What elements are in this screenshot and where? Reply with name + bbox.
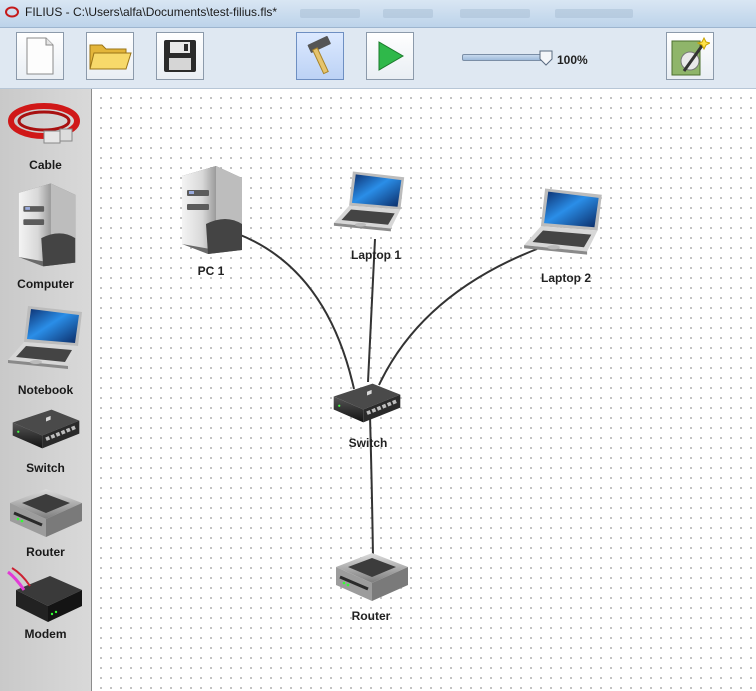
background-title-text (555, 9, 633, 18)
palette-item-switch[interactable] (0, 401, 91, 457)
play-icon (378, 41, 404, 71)
notebook-icon (6, 297, 86, 377)
computer-icon (176, 163, 246, 255)
palette-label-notebook: Notebook (17, 383, 74, 397)
cable-pc1-switch[interactable] (237, 233, 355, 390)
filius-app-icon (5, 6, 19, 18)
switch-icon (330, 375, 404, 431)
toolbar: 100% (0, 28, 756, 89)
title-bar: FILIUS - C:\Users\alfa\Documents\test-fi… (0, 0, 756, 28)
save-file-button[interactable] (156, 32, 204, 80)
router-icon (6, 479, 86, 543)
node-laptop1[interactable] (332, 161, 408, 246)
router-icon (332, 543, 412, 607)
node-label-laptop2: Laptop 2 (541, 271, 591, 285)
component-palette: Cable Computer Notebook Switch Router Mo… (0, 89, 92, 691)
palette-label-switch: Switch (26, 461, 65, 475)
palette-item-modem[interactable] (0, 563, 91, 625)
new-document-icon (26, 37, 54, 75)
modem-icon (6, 563, 86, 625)
new-file-button[interactable] (16, 32, 64, 80)
palette-label-computer: Computer (17, 277, 74, 291)
background-title-text (460, 9, 530, 18)
open-folder-icon (89, 44, 132, 70)
open-file-button[interactable] (86, 32, 134, 80)
window-title: FILIUS - C:\Users\alfa\Documents\test-fi… (25, 5, 278, 19)
palette-label-cable: Cable (29, 158, 62, 172)
simulation-mode-button[interactable] (366, 32, 414, 80)
wizard-button[interactable] (666, 32, 714, 80)
node-label-pc1: PC 1 (197, 264, 225, 278)
cable-icon (7, 103, 80, 144)
zoom-level-label: 100% (557, 53, 588, 67)
node-label-router: Router (351, 609, 391, 623)
node-label-switch: Switch (348, 436, 388, 450)
palette-label-modem: Modem (24, 627, 67, 641)
node-laptop2[interactable] (522, 184, 606, 263)
node-switch[interactable] (330, 375, 404, 436)
computer-icon (13, 178, 79, 270)
wizard-wand-icon (671, 36, 710, 76)
node-pc1[interactable] (176, 163, 246, 260)
switch-icon (9, 401, 83, 457)
zoom-slider[interactable] (462, 54, 550, 61)
save-disk-icon (164, 40, 196, 72)
hammer-icon (307, 36, 331, 75)
zoom-slider-thumb[interactable] (538, 50, 554, 66)
node-label-laptop1: Laptop 1 (351, 248, 401, 262)
notebook-icon (522, 184, 606, 258)
palette-item-notebook[interactable] (0, 297, 91, 377)
cable-laptop2-switch[interactable] (378, 248, 538, 386)
notebook-icon (332, 161, 408, 241)
palette-item-computer[interactable] (0, 178, 91, 270)
palette-item-cable[interactable] (0, 97, 91, 159)
background-title-text (383, 9, 433, 18)
palette-item-router[interactable] (0, 479, 91, 543)
palette-label-router: Router (26, 545, 65, 559)
node-router[interactable] (332, 543, 412, 612)
background-title-text (300, 9, 360, 18)
network-design-canvas[interactable]: PC 1 Laptop 1 Laptop 2 Switch Router (92, 89, 756, 691)
design-mode-button[interactable] (296, 32, 344, 80)
